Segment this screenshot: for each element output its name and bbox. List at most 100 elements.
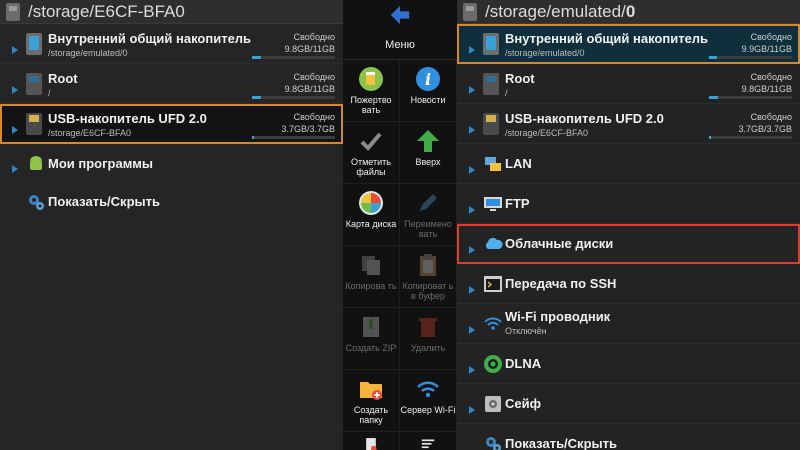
right-item-vault[interactable]: Сейф bbox=[457, 384, 800, 424]
item-title: Root bbox=[48, 71, 78, 86]
create-zip-button[interactable]: Создать ZIP bbox=[343, 308, 400, 370]
expand-arrow-icon[interactable] bbox=[469, 85, 475, 94]
left-pane: /storage/E6CF-BFA0 Внутренний общий нако… bbox=[0, 0, 343, 450]
tool-label: Создать ZIP bbox=[345, 343, 397, 353]
item-path: / bbox=[48, 88, 51, 98]
expand-arrow-icon[interactable] bbox=[12, 45, 18, 54]
expand-arrow-icon[interactable] bbox=[469, 245, 475, 254]
right-item-dlna[interactable]: DLNA bbox=[457, 344, 800, 384]
info-icon: i bbox=[416, 67, 440, 91]
free-label: Свободно bbox=[293, 72, 335, 82]
storage-size: 3.7GB/3.7GB bbox=[738, 124, 792, 134]
clipboard-icon bbox=[420, 254, 436, 276]
news-button[interactable]: i Новости bbox=[400, 60, 457, 122]
left-item-show-hide[interactable]: Показать/Скрыть bbox=[0, 182, 343, 222]
pencil-icon bbox=[420, 194, 437, 211]
item-title: Сейф bbox=[505, 396, 541, 411]
left-item-internal-storage[interactable]: Внутренний общий накопитель /storage/emu… bbox=[0, 24, 343, 64]
storage-usage-bar bbox=[252, 96, 335, 99]
create-folder-button[interactable]: Создать папку bbox=[343, 370, 400, 432]
cloud-icon bbox=[485, 237, 503, 249]
expand-arrow-icon[interactable] bbox=[12, 125, 18, 134]
disk-map-button[interactable]: Карта диска bbox=[343, 184, 400, 246]
right-storage-list: Внутренний общий накопитель /storage/emu… bbox=[457, 24, 800, 450]
free-label: Свободно bbox=[293, 112, 335, 122]
usb-drive-icon bbox=[26, 113, 42, 135]
item-title: Показать/Скрыть bbox=[48, 194, 160, 209]
right-item-lan[interactable]: LAN bbox=[457, 144, 800, 184]
menu-grid: Пожертво вать i Новости Отметить файлы В… bbox=[343, 60, 457, 450]
select-files-button[interactable]: Отметить файлы bbox=[343, 122, 400, 184]
item-title: Облачные диски bbox=[505, 236, 614, 251]
expand-arrow-icon[interactable] bbox=[469, 205, 475, 214]
left-item-root[interactable]: Root / Свободно 9.8GB/11GB bbox=[0, 64, 343, 104]
copy-icon bbox=[362, 256, 380, 275]
rename-button[interactable]: Переимено вать bbox=[400, 184, 457, 246]
item-title: Внутренний общий накопитель bbox=[505, 31, 709, 46]
right-item-usb-drive[interactable]: USB-накопитель UFD 2.0 /storage/E6CF-BFA… bbox=[457, 104, 800, 144]
pie-chart-icon bbox=[359, 191, 383, 215]
usage-fill bbox=[252, 56, 262, 59]
up-button[interactable]: Вверх bbox=[400, 122, 457, 184]
free-label: Свободно bbox=[750, 72, 792, 82]
right-item-ftp[interactable]: FTP bbox=[457, 184, 800, 224]
left-path-bar[interactable]: /storage/E6CF-BFA0 bbox=[0, 0, 343, 24]
terminal-icon bbox=[484, 276, 502, 292]
copy-button[interactable]: Копирова ть bbox=[343, 246, 400, 308]
expand-arrow-icon[interactable] bbox=[469, 365, 475, 374]
right-item-wifi-explorer[interactable]: Wi-Fi проводник Отключён bbox=[457, 304, 800, 344]
item-title: LAN bbox=[505, 156, 532, 171]
item-status: Отключён bbox=[505, 326, 547, 336]
path-prefix: /storage/emulated/ bbox=[485, 1, 626, 21]
sort-tool-partial[interactable] bbox=[400, 432, 457, 450]
safe-icon bbox=[485, 396, 501, 412]
back-arrow-icon bbox=[390, 5, 410, 25]
storage-usage-bar bbox=[252, 56, 335, 59]
copy-to-clipboard-button[interactable]: Копироват ь в буфер bbox=[400, 246, 457, 308]
item-path: /storage/emulated/0 bbox=[48, 48, 128, 58]
right-item-cloud-drives[interactable]: Облачные диски bbox=[457, 224, 800, 264]
expand-arrow-icon[interactable] bbox=[12, 85, 18, 94]
lan-icon bbox=[485, 157, 501, 171]
tool-label: Переимено вать bbox=[404, 219, 452, 239]
usage-fill bbox=[252, 96, 262, 99]
menu-title: Меню bbox=[343, 30, 457, 60]
item-title: Внутренний общий накопитель bbox=[48, 31, 252, 46]
right-item-root[interactable]: Root / Свободно 9.8GB/11GB bbox=[457, 64, 800, 104]
wifi-icon bbox=[417, 381, 439, 398]
left-item-my-apps[interactable]: Мои программы bbox=[0, 144, 343, 182]
usage-fill bbox=[709, 56, 718, 59]
back-button[interactable] bbox=[343, 0, 457, 30]
wifi-server-button[interactable]: Сервер Wi-Fi bbox=[400, 370, 457, 432]
document-icon bbox=[366, 438, 377, 450]
tool-label: Удалить bbox=[410, 343, 446, 353]
item-path: / bbox=[505, 88, 508, 98]
svg-text:i: i bbox=[425, 70, 431, 89]
delete-button[interactable]: Удалить bbox=[400, 308, 457, 370]
expand-arrow-icon[interactable] bbox=[12, 165, 18, 173]
right-path-bar[interactable]: /storage/emulated/0 bbox=[457, 0, 800, 24]
tool-label: Пожертво вать bbox=[350, 95, 392, 115]
phone-storage-icon bbox=[26, 33, 42, 55]
left-item-usb-drive[interactable]: USB-накопитель UFD 2.0 /storage/E6CF-BFA… bbox=[0, 104, 343, 144]
tools-menu: Меню Пожертво вать i Новости Отметить фа… bbox=[343, 0, 457, 450]
right-item-ssh[interactable]: Передача по SSH bbox=[457, 264, 800, 304]
right-path-text: /storage/emulated/0 bbox=[485, 2, 635, 22]
more-tool-partial[interactable] bbox=[343, 432, 400, 450]
expand-arrow-icon[interactable] bbox=[469, 325, 475, 334]
phone-storage-icon bbox=[463, 2, 477, 21]
expand-arrow-icon[interactable] bbox=[469, 165, 475, 174]
expand-arrow-icon[interactable] bbox=[469, 45, 475, 54]
right-item-show-hide[interactable]: Показать/Скрыть bbox=[457, 424, 800, 450]
storage-size: 9.8GB/11GB bbox=[284, 84, 335, 94]
item-title: USB-накопитель UFD 2.0 bbox=[48, 111, 207, 126]
expand-arrow-icon[interactable] bbox=[469, 285, 475, 294]
root-storage-icon bbox=[483, 73, 499, 95]
item-title: Мои программы bbox=[48, 156, 154, 171]
donate-button[interactable]: Пожертво вать bbox=[343, 60, 400, 122]
expand-arrow-icon[interactable] bbox=[469, 405, 475, 414]
zip-icon bbox=[363, 317, 379, 337]
expand-arrow-icon[interactable] bbox=[469, 125, 475, 134]
right-item-internal-storage[interactable]: Внутренний общий накопитель /storage/emu… bbox=[457, 24, 800, 64]
sd-card-icon bbox=[6, 2, 20, 21]
